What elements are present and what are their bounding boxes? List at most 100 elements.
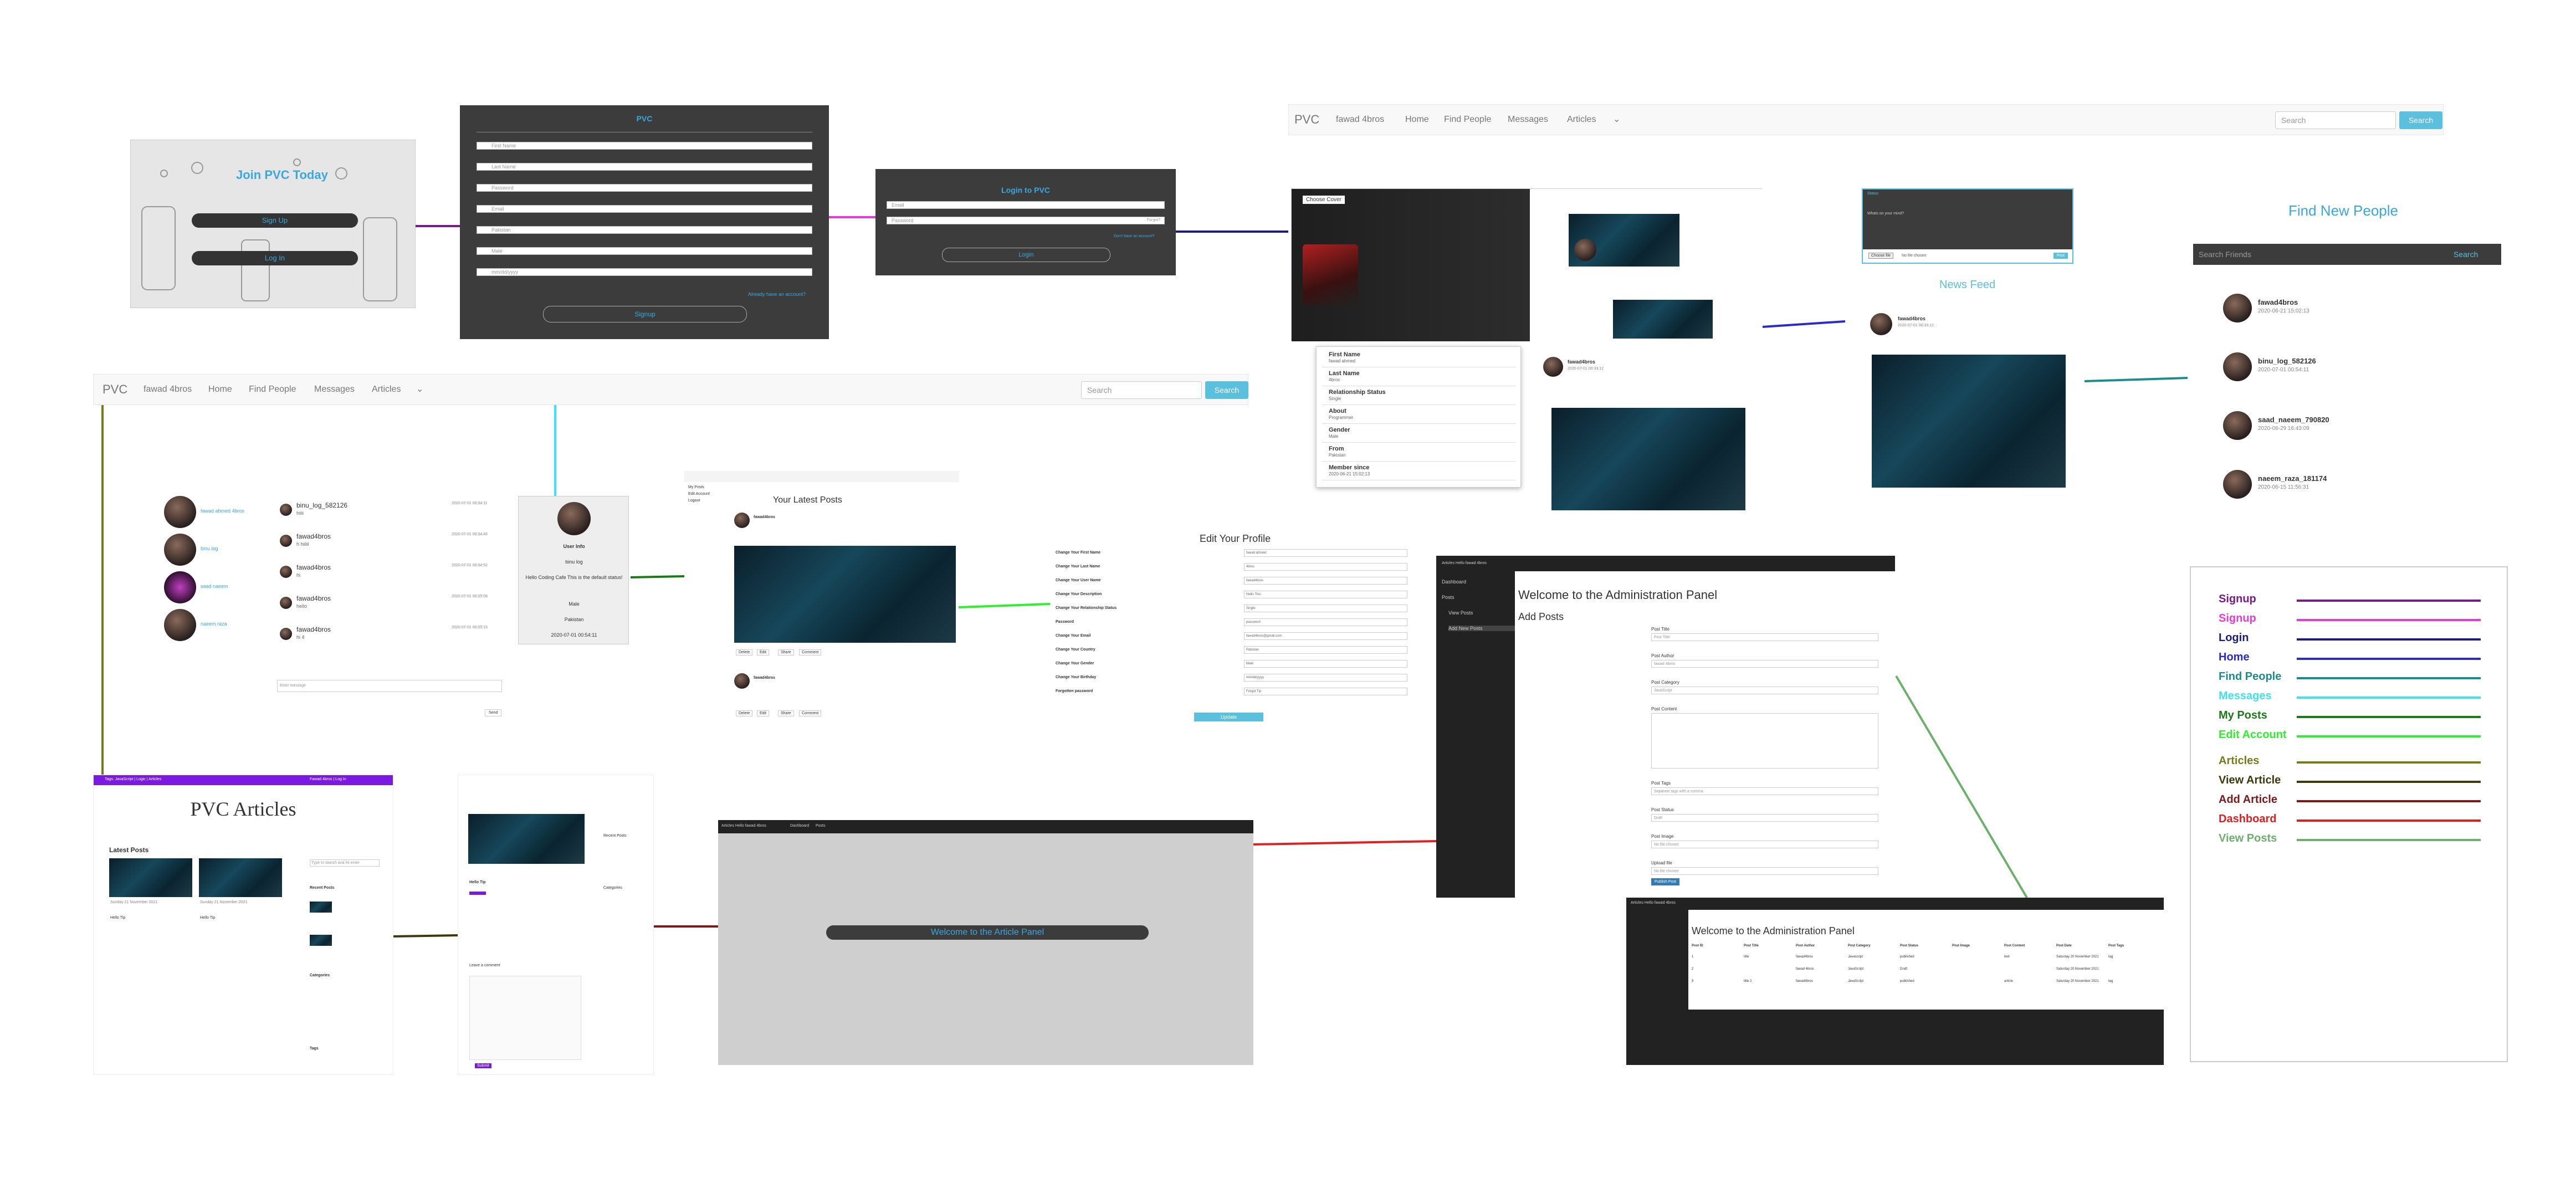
nav-home[interactable]: Home [1405, 115, 1429, 125]
nav-find-people-2[interactable]: Find People [249, 385, 296, 395]
edit-row-input[interactable]: Forgot Tip [1244, 688, 1407, 695]
edit-row-input[interactable]: Hello This [1244, 591, 1407, 598]
search-input-2[interactable]: Search [1081, 381, 1202, 399]
my-post-user-2[interactable]: fawad4bros [754, 676, 775, 680]
post-action-button[interactable]: Delete [736, 649, 753, 655]
forgot-link[interactable]: Forgot? [1147, 218, 1160, 222]
edit-row-input[interactable]: Single [1244, 605, 1407, 612]
admin-field-input[interactable]: No file chosen [1651, 867, 1878, 875]
person-name[interactable]: naeem_raza_181174 [2258, 474, 2327, 483]
admin-menu-item[interactable]: View Posts [1448, 610, 1473, 616]
person-avatar[interactable] [2223, 294, 2252, 322]
articles-banner-right[interactable]: Fawad 4bros | Log In [310, 777, 346, 781]
nav-home-2[interactable]: Home [208, 385, 232, 395]
contact-name[interactable]: binu log [201, 546, 218, 551]
edit-row-input[interactable]: Pakistan [1244, 646, 1407, 654]
friend-search-button[interactable]: Search [2454, 250, 2478, 259]
post-action-button[interactable]: Comment [799, 710, 822, 716]
nav-user[interactable]: fawad 4bros [1336, 115, 1384, 125]
admin-field-input[interactable]: fawad 4bros [1651, 660, 1878, 668]
password-field[interactable]: Password [477, 184, 812, 192]
person-name[interactable]: saad_naeem_790820 [2258, 416, 2329, 424]
edit-row-input[interactable]: 4bros [1244, 563, 1407, 571]
contact-avatar[interactable] [164, 609, 196, 641]
search-button-2[interactable]: Search [1205, 381, 1248, 399]
post-action-button[interactable]: Edit [757, 649, 770, 655]
admin-field-input[interactable]: Separate tags with a comma [1651, 787, 1878, 795]
brand-2[interactable]: PVC [103, 382, 127, 397]
friend-search-input[interactable]: Search Friends [2199, 250, 2251, 259]
person-avatar[interactable] [2223, 411, 2252, 440]
post-action-button[interactable]: Delete [736, 710, 753, 716]
login-email-field[interactable]: Email [887, 201, 1165, 209]
nav-find-people[interactable]: Find People [1444, 115, 1491, 125]
chevron-down-icon[interactable]: ⌄ [416, 383, 423, 395]
contact-name[interactable]: fawad ahmed 4bros [201, 508, 244, 514]
feed-post-user[interactable]: fawad4bros [1898, 316, 1925, 321]
admin-field-input[interactable] [1651, 713, 1878, 769]
latest-post-title-2[interactable]: Hello Tip [200, 916, 215, 920]
post-button[interactable]: Post [2053, 253, 2068, 259]
my-post-user[interactable]: fawad4bros [754, 515, 775, 519]
nav-messages-2[interactable]: Messages [314, 385, 355, 395]
edit-row-input[interactable]: Male [1244, 660, 1407, 668]
contact-avatar[interactable] [164, 496, 196, 528]
signup-submit-button[interactable]: Signup [543, 306, 747, 322]
admin-menu-item[interactable]: Dashboard [1442, 579, 1466, 585]
send-button[interactable]: Send [485, 709, 502, 716]
admin-field-input[interactable]: JavaScript [1651, 687, 1878, 694]
nav-messages[interactable]: Messages [1508, 115, 1548, 125]
have-account-link[interactable]: Already have an account? [748, 291, 806, 297]
person-name[interactable]: binu_log_582126 [2258, 357, 2316, 365]
gender-select[interactable]: Male [477, 247, 812, 255]
post-action-button[interactable]: Edit [757, 710, 770, 716]
no-account-link[interactable]: Don't have an account? [1114, 234, 1154, 238]
status-input[interactable]: Whats on your mind? [1867, 212, 1904, 216]
last-name-field[interactable]: Last Name [477, 163, 812, 171]
article-admin-tab-dashboard[interactable]: Dashboard [790, 824, 809, 828]
contact-avatar[interactable] [164, 571, 196, 603]
nav-articles[interactable]: Articles [1567, 115, 1596, 125]
admin-menu-item[interactable]: Add New Posts [1448, 626, 1515, 631]
choose-file-button[interactable]: Choose file [1868, 253, 1894, 259]
search-button[interactable]: Search [2399, 111, 2442, 129]
contact-avatar[interactable] [164, 534, 196, 566]
update-button[interactable]: Update [1194, 713, 1263, 721]
account-menu-item[interactable]: My Posts [688, 485, 704, 489]
admin-field-input[interactable]: Draft [1651, 814, 1878, 822]
login-submit-button[interactable]: Login [942, 248, 1110, 262]
admin-field-input[interactable]: No file chosen [1651, 841, 1878, 848]
first-name-field[interactable]: First Name [477, 142, 812, 150]
chevron-down-icon[interactable]: ⌄ [1613, 114, 1620, 125]
nav-user-2[interactable]: fawad 4bros [144, 385, 192, 395]
brand[interactable]: PVC [1294, 112, 1319, 127]
email-field[interactable]: Email [477, 205, 812, 213]
edit-row-input[interactable]: mm/dd/yyyy [1244, 674, 1407, 682]
admin-menu-item[interactable]: Posts [1442, 595, 1455, 600]
latest-post-title-1[interactable]: Hello Tip [110, 916, 125, 920]
signup-button[interactable]: Sign Up [192, 213, 358, 228]
post-action-button[interactable]: Share [778, 649, 794, 655]
contact-name[interactable]: saad naeem [201, 583, 228, 589]
search-input[interactable]: Search [2275, 111, 2396, 129]
login-button[interactable]: Log In [192, 251, 358, 265]
message-input[interactable]: Enter message [277, 680, 502, 692]
choose-cover-button[interactable]: Choose Cover [1303, 196, 1345, 204]
articles-banner-left[interactable]: Tags: JavaScript | Logic | Articles [105, 777, 161, 781]
post-action-button[interactable]: Share [778, 710, 794, 716]
birthday-field[interactable]: mm/dd/yyyy [477, 268, 812, 276]
articles-search[interactable]: Type to search and hit enter [310, 859, 380, 867]
edit-row-input[interactable]: fawad4bros [1244, 577, 1407, 585]
login-password-field[interactable]: Password [887, 217, 1165, 224]
post-action-button[interactable]: Comment [799, 649, 822, 655]
post-username[interactable]: fawad4bros [1568, 359, 1595, 365]
edit-row-input[interactable]: fawad ahmed [1244, 549, 1407, 557]
person-avatar[interactable] [2223, 352, 2252, 381]
country-select[interactable]: Pakistan [477, 226, 812, 234]
person-name[interactable]: fawad4bros [2258, 298, 2298, 306]
account-menu-item[interactable]: Edit Account [688, 492, 710, 496]
comment-submit-button[interactable]: Submit [475, 1063, 491, 1068]
edit-row-input[interactable]: fawad4bros@gmail.com [1244, 632, 1407, 640]
admin-field-input[interactable]: Post Title [1651, 633, 1878, 641]
article-admin-tab-posts[interactable]: Posts [816, 824, 826, 828]
